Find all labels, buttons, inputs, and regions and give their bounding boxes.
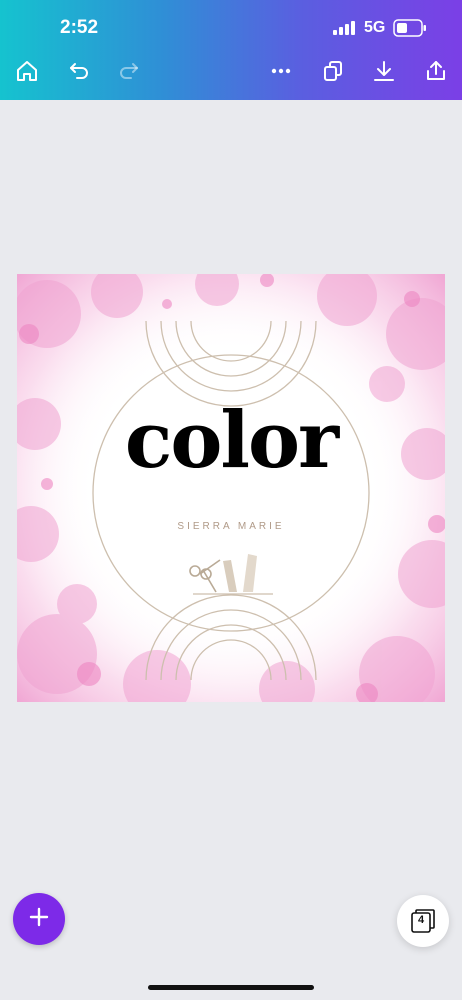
signal-icon [333,21,355,40]
share-button[interactable] [421,58,451,88]
redo-button[interactable] [114,58,144,88]
duplicate-icon [321,59,345,88]
duplicate-button[interactable] [318,58,348,88]
page-count: 4 [417,914,425,926]
plus-icon [28,906,50,933]
battery-icon [393,19,427,42]
redo-icon [117,59,141,88]
home-icon [15,59,39,88]
pages-button[interactable]: 4 [397,895,449,947]
share-icon [424,59,448,88]
design-title: color [124,395,339,486]
status-bar: 2:52 5G [0,0,462,52]
design-subtitle: SIERRA MARIE [177,521,285,532]
home-indicator [148,985,314,990]
download-icon [372,59,396,88]
design-canvas[interactable]: color SIERRA MARIE [17,274,445,702]
more-button[interactable] [266,58,296,88]
download-button[interactable] [369,58,399,88]
network-type: 5G [364,19,386,36]
scissors-comb-icon [189,554,257,593]
add-button[interactable] [13,893,65,945]
undo-icon [67,59,91,88]
status-time: 2:52 [60,17,99,38]
undo-button[interactable] [64,58,94,88]
home-button[interactable] [12,58,42,88]
top-toolbar: 2:52 5G [0,0,462,100]
more-icon [269,59,293,88]
